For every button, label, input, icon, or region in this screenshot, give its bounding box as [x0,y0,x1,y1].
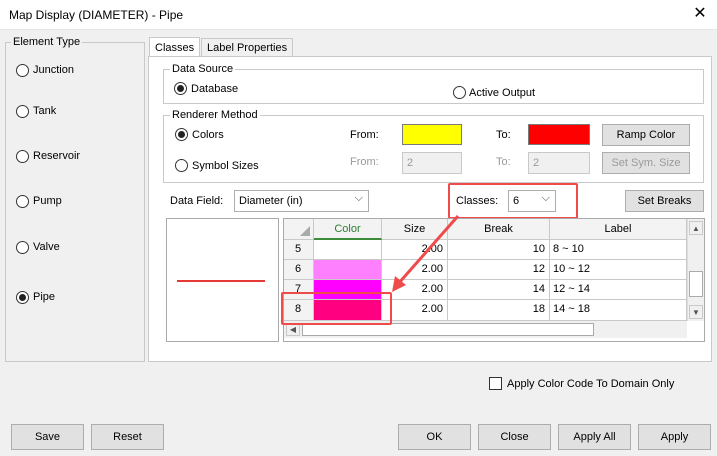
symbol-sizes-label: Symbol Sizes [192,160,259,172]
row-color-swatch[interactable] [314,260,382,280]
valve-label: Valve [33,241,60,253]
element-type-reservoir[interactable]: Reservoir [16,149,126,165]
database-label: Database [191,83,239,95]
tank-radio[interactable] [16,105,29,118]
row-size[interactable]: 2.00 [382,260,448,280]
column-header-break[interactable]: Break [448,219,550,240]
reservoir-label: Reservoir [33,150,81,162]
data-field-value: Diameter (in) [239,195,303,207]
color-to-swatch[interactable] [528,124,590,145]
color-to-label: To: [496,129,511,141]
window-title: Map Display (DIAMETER) - Pipe [9,8,184,22]
set-sym-size-button[interactable]: Set Sym. Size [602,152,690,174]
column-header-size[interactable]: Size [382,219,448,240]
color-from-swatch[interactable] [402,124,462,145]
chevron-down-icon: ⌵ [354,192,363,204]
row-label[interactable]: 10 ~ 12 [550,260,687,280]
data-source-title: Data Source [170,63,236,75]
size-from-field[interactable]: 2 [402,152,462,174]
tab-label-properties[interactable]: Label Properties [201,38,294,57]
legend-line [177,280,265,282]
symbol-sizes-radio[interactable] [175,159,188,172]
element-type-title: Element Type [11,36,83,48]
size-to-field[interactable]: 2 [528,152,590,174]
element-type-pump[interactable]: Pump [16,194,126,210]
row-break[interactable]: 14 [448,280,550,300]
corner-triangle-icon [300,226,310,236]
size-from-label: From: [350,156,379,168]
data-source-group [163,69,704,104]
colors-radio[interactable] [175,128,188,141]
classes-highlight-box [448,183,578,219]
row-break[interactable]: 18 [448,300,550,321]
scroll-up-icon[interactable]: ▲ [689,221,703,235]
active-output-radio[interactable] [453,86,466,99]
scroll-down-icon[interactable]: ▼ [689,305,703,319]
column-header-label[interactable]: Label [550,219,687,240]
pipe-label: Pipe [33,291,56,303]
reservoir-radio[interactable] [16,150,29,163]
row-8-highlight-box [281,292,392,325]
active-output-label: Active Output [469,87,536,99]
save-button[interactable]: Save [11,424,84,450]
element-type-pipe[interactable]: Pipe [16,290,126,306]
apply-button[interactable]: Apply [638,424,711,450]
legend-preview [166,218,279,342]
apply-domain-checkbox[interactable] [489,377,502,390]
junction-radio[interactable] [16,64,29,77]
junction-label: Junction [33,64,74,76]
row-break[interactable]: 10 [448,240,550,260]
renderer-method-title: Renderer Method [170,109,260,121]
row-number: 5 [284,240,314,260]
pump-label: Pump [33,195,62,207]
colors-label: Colors [192,129,224,141]
apply-domain-label: Apply Color Code To Domain Only [507,378,675,390]
row-number: 6 [284,260,314,280]
pipe-radio[interactable] [16,291,29,304]
ok-button[interactable]: OK [398,424,471,450]
vertical-scrollbar[interactable]: ▲ ▼ [687,219,704,321]
row-label[interactable]: 12 ~ 14 [550,280,687,300]
reset-button[interactable]: Reset [91,424,164,450]
vertical-scroll-thumb[interactable] [689,271,703,297]
tab-classes[interactable]: Classes [149,37,201,57]
close-button[interactable]: Close [478,424,551,450]
color-from-label: From: [350,129,379,141]
apply-all-button[interactable]: Apply All [558,424,631,450]
close-icon[interactable]: ✕ [690,4,710,24]
row-color-swatch[interactable] [314,240,382,260]
element-type-junction[interactable]: Junction [16,63,126,79]
data-field-select[interactable]: Diameter (in) ⌵ [234,190,369,212]
row-label[interactable]: 14 ~ 18 [550,300,687,321]
ramp-color-button[interactable]: Ramp Color [602,124,690,146]
size-to-label: To: [496,156,511,168]
row-break[interactable]: 12 [448,260,550,280]
row-size[interactable]: 2.00 [382,240,448,260]
grid-corner [284,219,314,240]
column-header-color[interactable]: Color [314,219,382,240]
element-type-valve[interactable]: Valve [16,240,126,256]
database-radio[interactable] [174,82,187,95]
data-field-label: Data Field: [170,195,224,207]
tank-label: Tank [33,105,57,117]
pump-radio[interactable] [16,195,29,208]
valve-radio[interactable] [16,241,29,254]
set-breaks-button[interactable]: Set Breaks [625,190,704,212]
element-type-tank[interactable]: Tank [16,104,126,120]
row-label[interactable]: 8 ~ 10 [550,240,687,260]
